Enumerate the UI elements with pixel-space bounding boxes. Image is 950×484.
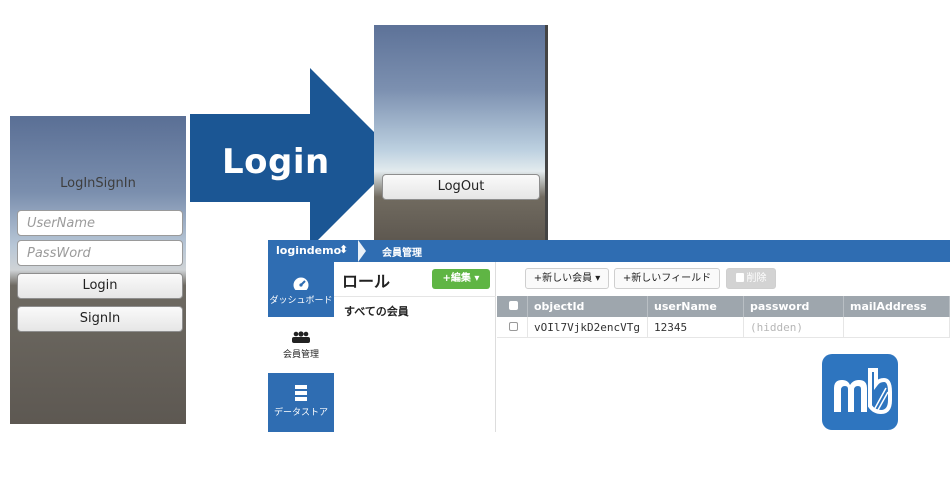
sidebar: ダッシュボード 会員管理 データストア	[268, 262, 334, 432]
divider	[334, 296, 496, 297]
logout-button[interactable]: LogOut	[382, 174, 540, 200]
console-topbar: logindemo ⬍ 会員管理	[268, 240, 950, 262]
cell-username[interactable]: 12345	[648, 317, 744, 337]
checkbox-icon	[509, 322, 518, 331]
table-row[interactable]: vOIl7VjkD2encVTg 12345 (hidden)	[497, 317, 950, 338]
logout-screen: LogOut	[374, 25, 548, 240]
sidebar-item-label: ダッシュボード	[269, 296, 333, 306]
signin-button[interactable]: SignIn	[17, 306, 183, 332]
app-name[interactable]: logindemo	[276, 244, 341, 257]
arrow-label: Login	[222, 142, 330, 182]
breadcrumb-separator-icon	[358, 240, 366, 262]
edit-roles-button[interactable]: +編集 ▾	[432, 269, 490, 289]
login-screen: LogInSignIn UserName PassWord Login Sign…	[10, 116, 186, 424]
mb-logo-icon	[834, 368, 892, 415]
cell-objectid[interactable]: vOIl7VjkD2encVTg	[528, 317, 648, 337]
select-all-checkbox[interactable]	[497, 296, 528, 317]
column-header[interactable]: password	[744, 296, 844, 317]
speedometer-icon	[293, 277, 309, 290]
delete-label: 削除	[746, 273, 767, 284]
sidebar-item-datastore[interactable]: データストア	[268, 373, 334, 432]
breadcrumb[interactable]: 会員管理	[382, 244, 422, 259]
new-field-button[interactable]: +新しいフィールド	[614, 268, 720, 289]
role-item-all-members[interactable]: すべての会員	[344, 303, 409, 319]
password-input[interactable]: PassWord	[17, 240, 183, 266]
sidebar-item-dashboard[interactable]: ダッシュボード	[268, 262, 334, 317]
column-header[interactable]: objectId	[528, 296, 648, 317]
trash-icon	[735, 273, 744, 282]
database-icon	[295, 385, 307, 401]
delete-button[interactable]: 削除	[726, 268, 776, 289]
checkbox-icon	[509, 301, 518, 310]
users-icon	[292, 331, 310, 343]
roles-panel: ロール +編集 ▾ すべての会員	[334, 262, 496, 432]
username-input[interactable]: UserName	[17, 210, 183, 236]
login-screen-title: LogInSignIn	[60, 176, 136, 191]
cell-password[interactable]: (hidden)	[744, 317, 844, 337]
row-checkbox[interactable]	[497, 317, 528, 337]
login-button[interactable]: Login	[17, 273, 183, 299]
table-header: objectId userName password mailAddress	[497, 296, 950, 317]
sidebar-item-label: データストア	[273, 408, 328, 418]
sidebar-item-label: 会員管理	[282, 350, 319, 360]
cell-mailaddress[interactable]	[844, 317, 950, 337]
column-header[interactable]: userName	[648, 296, 744, 317]
updown-caret-icon[interactable]: ⬍	[339, 243, 348, 256]
roles-heading: ロール	[342, 272, 391, 291]
mbaas-logo	[822, 354, 898, 430]
column-header[interactable]: mailAddress	[844, 296, 950, 317]
new-member-button[interactable]: +新しい会員 ▾	[525, 268, 609, 289]
sidebar-item-members[interactable]: 会員管理	[268, 317, 334, 373]
